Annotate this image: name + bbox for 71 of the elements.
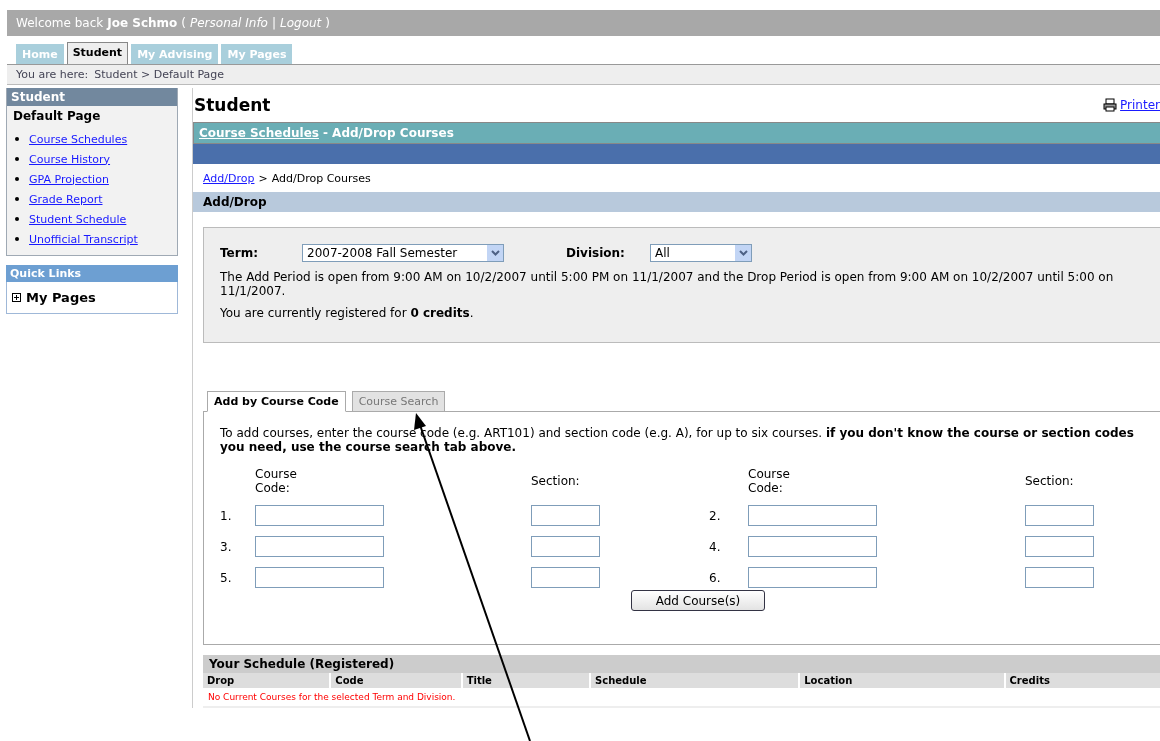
section-label: Section: [1025, 474, 1075, 488]
form-tab[interactable]: Course Search [351, 391, 446, 412]
breadcrumb-label: You are here: [16, 68, 89, 81]
course-code-label: Course Code: [748, 467, 791, 495]
separator-text: | [271, 16, 276, 30]
user-name: Joe Schmo [107, 16, 178, 30]
course-code-field[interactable] [748, 536, 877, 557]
quick-link[interactable]: My Pages [12, 290, 172, 305]
add-courses-button[interactable]: Add Course(s) [631, 590, 765, 611]
filter-label: Term: [220, 246, 259, 260]
credits-text: You are currently registered for 0 credits. [220, 306, 475, 320]
sidebar-link[interactable]: Unofficial Transcript [29, 232, 138, 246]
filter-label: Division: [566, 246, 626, 260]
period-text: The Add Period is open from 9:00 AM on 10/2/2007 until 5:00 PM on 11/1/2007 and the Drop Period is open from 9:00 AM on 10/2/2007 until 5:00 on 11/1/2007. [220, 270, 1115, 298]
section-field[interactable] [1025, 505, 1094, 526]
sidebar-title: Student [7, 88, 177, 106]
add-drop-link[interactable]: Add/Drop [203, 171, 255, 185]
bullet-icon [15, 157, 19, 161]
paren-text: ) [325, 16, 330, 30]
bullet-icon [15, 137, 19, 141]
printer-link[interactable]: Printer [1103, 98, 1160, 112]
section-field[interactable] [531, 567, 600, 588]
section-field[interactable] [531, 536, 600, 557]
sidebar-link[interactable]: Course Schedules [29, 132, 128, 146]
column-header: Location [800, 673, 1004, 688]
welcome-text: Welcome back [16, 16, 104, 30]
section-field[interactable] [531, 505, 600, 526]
nav-tab[interactable]: Student [66, 42, 129, 64]
column-header: Code [331, 673, 461, 688]
course-code-label: Course Code: [255, 467, 298, 495]
crumb-current: Add/Drop Courses [271, 171, 371, 185]
bullet-icon [15, 177, 19, 181]
column-header: Drop [203, 673, 330, 688]
dropdown-field[interactable]: 2007-2008 Fall Semester [302, 244, 504, 262]
add-drop-header: Add/Drop [193, 192, 1160, 212]
bullet-icon [15, 217, 19, 221]
sidebar-link[interactable]: GPA Projection [29, 172, 109, 186]
column-header: Credits [1005, 673, 1160, 688]
row-number: 3. [220, 539, 233, 554]
course-code-field[interactable] [748, 567, 877, 588]
section-label: Section: [531, 474, 581, 488]
row-number: 1. [220, 508, 233, 523]
breadcrumb-path: Student > Default Page [94, 68, 225, 81]
bullet-icon [15, 197, 19, 201]
empty-message: No Current Courses for the selected Term and Division. [203, 688, 1160, 708]
page-title: Student [194, 95, 271, 115]
schedule-title: Your Schedule (Registered) [203, 655, 1160, 673]
crumb-separator: > [258, 171, 268, 185]
row-number: 5. [220, 570, 233, 585]
sidebar-link[interactable]: Grade Report [29, 192, 103, 206]
column-header: Title [462, 673, 589, 688]
paren-text: ( [181, 16, 186, 30]
sidebar-current-page: Default Page [12, 108, 102, 125]
sidebar-link[interactable]: Course History [29, 152, 111, 166]
form-tab[interactable]: Add by Course Code [207, 391, 346, 412]
course-code-field[interactable] [255, 505, 384, 526]
sidebar-link[interactable]: Student Schedule [29, 212, 127, 226]
section-field[interactable] [1025, 567, 1094, 588]
column-header: Schedule [591, 673, 799, 688]
section-field[interactable] [1025, 536, 1094, 557]
row-number: 4. [709, 539, 722, 554]
course-code-field[interactable] [748, 505, 877, 526]
section-title: - Add/Drop Courses [322, 126, 454, 140]
course-code-field[interactable] [255, 536, 384, 557]
printer-icon [1103, 98, 1118, 112]
quick-links-title: Quick Links [6, 265, 178, 282]
dropdown-field[interactable]: All [650, 244, 752, 262]
row-number: 6. [709, 570, 722, 585]
bullet-icon [15, 237, 19, 241]
row-number: 2. [709, 508, 722, 523]
course-code-field[interactable] [255, 567, 384, 588]
